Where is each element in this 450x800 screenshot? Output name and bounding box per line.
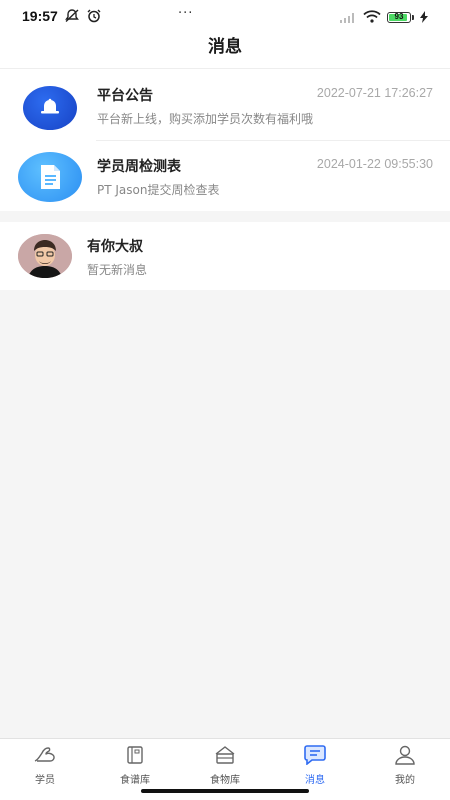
chat-list: 有你大叔 暂无新消息 [0,222,450,290]
chat-preview: 暂无新消息 [87,263,148,277]
tab-label: 我的 [395,775,415,786]
status-more-dots: ··· [178,6,194,21]
message-time: 2024-01-22 09:55:30 [316,157,433,171]
bottom-tab-bar: 学员 食谱库 食物库 消息 我的 [0,738,450,800]
recipe-book-icon [90,744,180,766]
signal-icon [339,8,357,27]
battery-percent: 93 [394,12,404,21]
message-time: 2022-07-21 17:26:27 [316,86,433,100]
page-header: 消息 [0,32,450,68]
muscle-arm-icon [0,744,90,766]
tab-label: 食物库 [210,775,240,786]
list-item-weekly-check[interactable]: 学员周检测表 2024-01-22 09:55:30 PT Jason提交周检查… [0,140,450,211]
tab-students[interactable]: 学员 [0,739,90,800]
status-time: 19:57 [22,8,58,24]
avatar [18,234,72,278]
charging-bolt-icon [420,8,428,27]
food-box-icon [180,744,270,766]
person-icon [360,744,450,766]
tab-label: 学员 [35,775,55,786]
status-bar: 19:57 ··· 93 [0,0,450,32]
bell-icon [23,86,77,130]
status-left-icons [64,8,102,27]
alarm-clock-icon [86,8,102,27]
message-preview: 平台新上线，购买添加学员次数有福利哦 [97,112,314,126]
page-title: 消息 [208,37,242,57]
wifi-icon [363,8,381,27]
tab-label: 消息 [305,775,325,786]
list-item-platform-notice[interactable]: 平台公告 2022-07-21 17:26:27 平台新上线，购买添加学员次数有… [0,69,450,140]
system-message-list: 平台公告 2022-07-21 17:26:27 平台新上线，购买添加学员次数有… [0,68,450,211]
chat-bubble-icon [270,744,360,766]
document-icon [18,152,82,202]
status-right-icons: 93 [339,8,428,27]
message-title: 平台公告 [97,88,153,104]
battery-icon: 93 [387,12,411,23]
mute-bell-icon [64,8,80,27]
battery-tip [412,15,414,20]
message-preview: PT Jason提交周检查表 [97,183,220,197]
tab-profile[interactable]: 我的 [360,739,450,800]
tab-label: 食谱库 [120,775,150,786]
list-item-chat[interactable]: 有你大叔 暂无新消息 [0,222,450,293]
message-title: 学员周检测表 [97,159,181,175]
chat-name: 有你大叔 [87,239,143,255]
home-indicator[interactable] [141,789,309,793]
